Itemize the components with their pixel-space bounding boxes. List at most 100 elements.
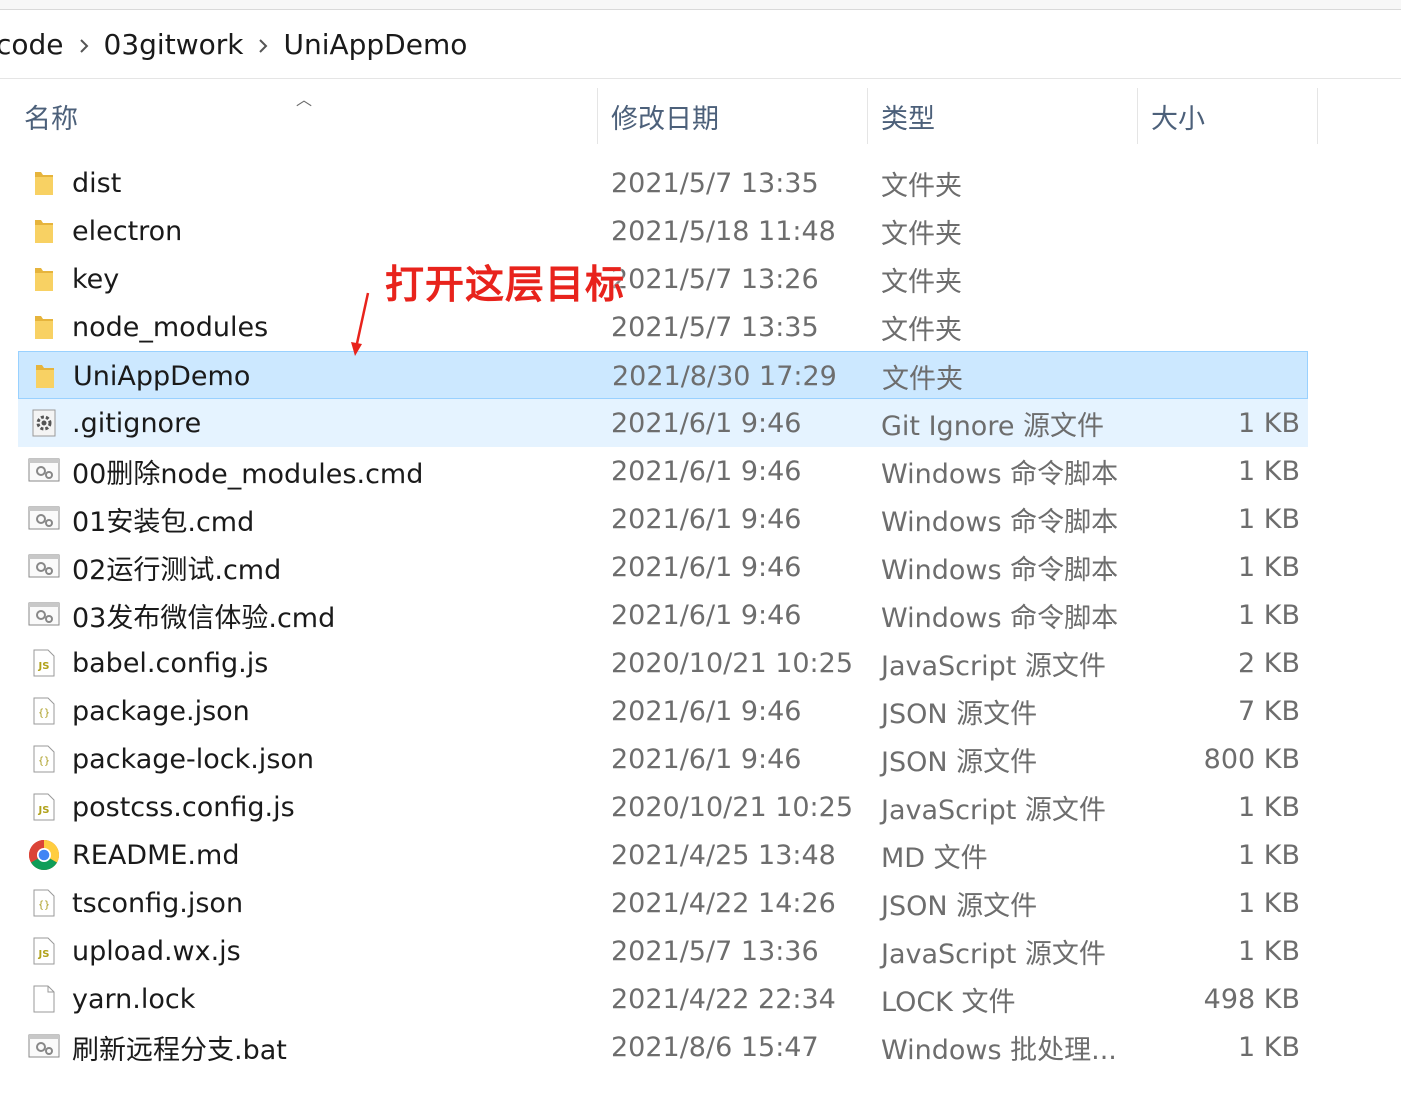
file-date: 2021/6/1 9:46 — [611, 503, 802, 535]
breadcrumb: code 03gitwork UniAppDemo — [0, 10, 1401, 79]
file-type: MD 文件 — [881, 842, 988, 874]
file-row[interactable]: JS babel.config.js 2020/10/21 10:25 JavaScr… — [18, 639, 1308, 687]
file-date: 2021/8/30 17:29 — [612, 360, 837, 392]
file-type: Git Ignore 源文件 — [881, 410, 1105, 442]
file-type: 文件夹 — [881, 266, 962, 298]
file-date: 2021/5/7 13:35 — [611, 311, 819, 343]
column-header-date[interactable]: 修改日期 — [611, 88, 719, 144]
cmd-script-icon — [28, 591, 60, 639]
file-row[interactable]: README.md 2021/4/25 13:48 MD 文件 1 KB — [18, 831, 1308, 879]
file-date: 2021/6/1 9:46 — [611, 599, 802, 631]
file-name: dist — [72, 167, 122, 199]
file-row[interactable]: electron 2021/5/18 11:48 文件夹 — [18, 207, 1308, 255]
file-date: 2021/6/1 9:46 — [611, 455, 802, 487]
json-file-icon: {} — [28, 687, 60, 735]
window-top-edge — [0, 0, 1401, 10]
file-type: JavaScript 源文件 — [881, 794, 1106, 826]
file-type: JavaScript 源文件 — [881, 650, 1106, 682]
column-header-size[interactable]: 大小 — [1151, 88, 1205, 144]
json-file-icon: {} — [28, 735, 60, 783]
svg-text:JS: JS — [38, 661, 50, 672]
file-row[interactable]: key 2021/5/7 13:26 文件夹 — [18, 255, 1308, 303]
file-row[interactable]: 03发布微信体验.cmd 2021/6/1 9:46 Windows 命令脚本 1 K… — [18, 591, 1308, 639]
annotation-label: 打开这层目标 — [385, 263, 626, 308]
chevron-right-icon[interactable] — [64, 32, 104, 56]
file-type: Windows 命令脚本 — [881, 602, 1119, 634]
chrome-icon — [28, 831, 60, 879]
file-name: babel.config.js — [72, 647, 269, 679]
file-date: 2020/10/21 10:25 — [611, 647, 854, 679]
file-row[interactable]: JS upload.wx.js 2021/5/7 13:36 JavaScript 源… — [18, 927, 1308, 975]
svg-text:{}: {} — [38, 708, 50, 719]
file-type: 文件夹 — [882, 363, 963, 395]
file-type: JavaScript 源文件 — [881, 938, 1106, 970]
file-name: .gitignore — [72, 407, 202, 439]
file-date: 2021/5/18 11:48 — [611, 215, 836, 247]
chevron-right-icon[interactable] — [243, 32, 283, 56]
file-size: 7 KB — [1238, 695, 1300, 727]
file-row[interactable]: dist 2021/5/7 13:35 文件夹 — [18, 159, 1308, 207]
cmd-script-icon — [28, 543, 60, 591]
file-row[interactable]: 00删除node_modules.cmd 2021/6/1 9:46 Windows… — [18, 447, 1308, 495]
cmd-script-icon — [28, 495, 60, 543]
column-divider[interactable] — [1317, 88, 1318, 144]
blank-file-icon — [28, 975, 60, 1023]
column-divider[interactable] — [867, 88, 868, 144]
file-row[interactable]: UniAppDemo 2021/8/30 17:29 文件夹 — [18, 351, 1308, 399]
js-file-icon: JS — [28, 639, 60, 687]
breadcrumb-item-uniappdemo[interactable]: UniAppDemo — [283, 28, 467, 61]
js-file-icon: JS — [28, 783, 60, 831]
file-type: JSON 源文件 — [881, 698, 1038, 730]
column-header: ︿ 名称 修改日期 类型 大小 — [0, 88, 1401, 144]
file-name: electron — [72, 215, 183, 247]
file-size: 1 KB — [1238, 1031, 1300, 1063]
svg-text:{}: {} — [38, 756, 50, 767]
file-size: 1 KB — [1238, 935, 1300, 967]
svg-text:JS: JS — [38, 949, 50, 960]
folder-icon — [28, 303, 60, 351]
file-size: 1 KB — [1238, 791, 1300, 823]
file-date: 2021/5/7 13:26 — [611, 263, 819, 295]
file-name: 02运行测试.cmd — [72, 554, 282, 586]
file-name: UniAppDemo — [73, 360, 251, 392]
file-row[interactable]: JS postcss.config.js 2020/10/21 10:25 JavaS… — [18, 783, 1308, 831]
file-size: 800 KB — [1203, 743, 1300, 775]
column-divider[interactable] — [1137, 88, 1138, 144]
file-row[interactable]: {} package.json 2021/6/1 9:46 JSON 源文件 7 KB — [18, 687, 1308, 735]
file-type: JSON 源文件 — [881, 746, 1038, 778]
file-type: 文件夹 — [881, 170, 962, 202]
column-header-type[interactable]: 类型 — [881, 88, 935, 144]
file-row[interactable]: .gitignore 2021/6/1 9:46 Git Ignore 源文件 1 K… — [18, 399, 1308, 447]
file-name: node_modules — [72, 311, 269, 343]
file-type: LOCK 文件 — [881, 986, 1016, 1018]
file-name: key — [72, 263, 120, 295]
file-size: 1 KB — [1238, 551, 1300, 583]
file-row[interactable]: {} tsconfig.json 2021/4/22 14:26 JSON 源文件 1 … — [18, 879, 1308, 927]
file-name: package-lock.json — [72, 743, 315, 775]
gear-file-icon — [28, 399, 60, 447]
file-row[interactable]: 01安装包.cmd 2021/6/1 9:46 Windows 命令脚本 1 KB — [18, 495, 1308, 543]
cmd-script-icon — [28, 1023, 60, 1071]
file-type: Windows 命令脚本 — [881, 458, 1119, 490]
file-row[interactable]: {} package-lock.json 2021/6/1 9:46 JSON 源文件… — [18, 735, 1308, 783]
file-name: tsconfig.json — [72, 887, 244, 919]
file-date: 2021/4/22 14:26 — [611, 887, 836, 919]
annotation-arrow — [351, 292, 370, 356]
file-row[interactable]: 02运行测试.cmd 2021/6/1 9:46 Windows 命令脚本 1 KB — [18, 543, 1308, 591]
file-row[interactable]: 刷新远程分支.bat 2021/8/6 15:47 Windows 批处理... 1 … — [18, 1023, 1308, 1071]
folder-icon — [28, 159, 60, 207]
column-header-name[interactable]: 名称 — [24, 88, 78, 144]
file-name: 03发布微信体验.cmd — [72, 602, 336, 634]
file-row[interactable]: yarn.lock 2021/4/22 22:34 LOCK 文件 498 KB — [18, 975, 1308, 1023]
file-name: README.md — [72, 839, 240, 871]
breadcrumb-item-code[interactable]: code — [0, 28, 64, 61]
file-size: 1 KB — [1238, 455, 1300, 487]
folder-icon — [28, 207, 60, 255]
file-date: 2021/6/1 9:46 — [611, 551, 802, 583]
file-row[interactable]: node_modules 2021/5/7 13:35 文件夹 — [18, 303, 1308, 351]
file-name: 00删除node_modules.cmd — [72, 458, 424, 490]
file-type: Windows 命令脚本 — [881, 554, 1119, 586]
file-date: 2021/4/22 22:34 — [611, 983, 836, 1015]
breadcrumb-item-03gitwork[interactable]: 03gitwork — [104, 28, 244, 61]
column-divider[interactable] — [597, 88, 598, 144]
